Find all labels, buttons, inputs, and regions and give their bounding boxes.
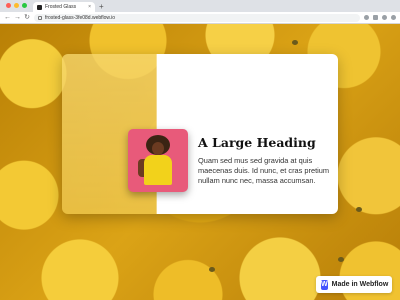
close-window-button[interactable] bbox=[6, 3, 11, 8]
person-photo bbox=[128, 129, 188, 192]
forward-icon[interactable]: → bbox=[14, 14, 21, 21]
reload-icon[interactable]: ↻ bbox=[24, 14, 30, 21]
card-body-text: Quam sed mus sed gravida at quis maecena… bbox=[198, 156, 330, 186]
tab-close-icon[interactable]: × bbox=[88, 4, 91, 10]
tab-title: Frosted Glass bbox=[45, 4, 77, 10]
profile-icon[interactable] bbox=[382, 15, 387, 20]
made-in-webflow-badge[interactable]: W Made in Webflow bbox=[316, 276, 392, 293]
window-controls bbox=[0, 3, 33, 12]
minimize-window-button[interactable] bbox=[14, 3, 19, 8]
badge-label: Made in Webflow bbox=[331, 281, 389, 288]
lock-icon bbox=[38, 15, 42, 20]
lemon-stem-icon bbox=[356, 207, 362, 212]
browser-toolbar: ← → ↻ frosted-glass-3fe08d.webflow.io bbox=[0, 12, 400, 24]
toolbar-icons bbox=[364, 15, 396, 20]
lemon-stem-icon bbox=[292, 40, 298, 45]
browser-tab-bar: Frosted Glass × + bbox=[0, 0, 400, 12]
webflow-logo-icon: W bbox=[321, 279, 328, 290]
url-text: frosted-glass-3fe08d.webflow.io bbox=[45, 14, 116, 21]
frosted-glass-card bbox=[62, 54, 338, 214]
bookmark-icon[interactable] bbox=[364, 15, 369, 20]
lemon-stem-icon bbox=[209, 267, 215, 272]
menu-icon[interactable] bbox=[391, 15, 396, 20]
lemon-stem-icon bbox=[338, 257, 344, 262]
browser-tab[interactable]: Frosted Glass × bbox=[33, 2, 95, 12]
maximize-window-button[interactable] bbox=[22, 3, 27, 8]
extensions-icon[interactable] bbox=[373, 15, 378, 20]
address-bar[interactable]: frosted-glass-3fe08d.webflow.io bbox=[34, 13, 360, 22]
card-heading: A Large Heading bbox=[198, 135, 316, 150]
favicon-icon bbox=[37, 4, 42, 10]
back-icon[interactable]: ← bbox=[4, 14, 11, 21]
new-tab-button[interactable]: + bbox=[99, 2, 104, 12]
